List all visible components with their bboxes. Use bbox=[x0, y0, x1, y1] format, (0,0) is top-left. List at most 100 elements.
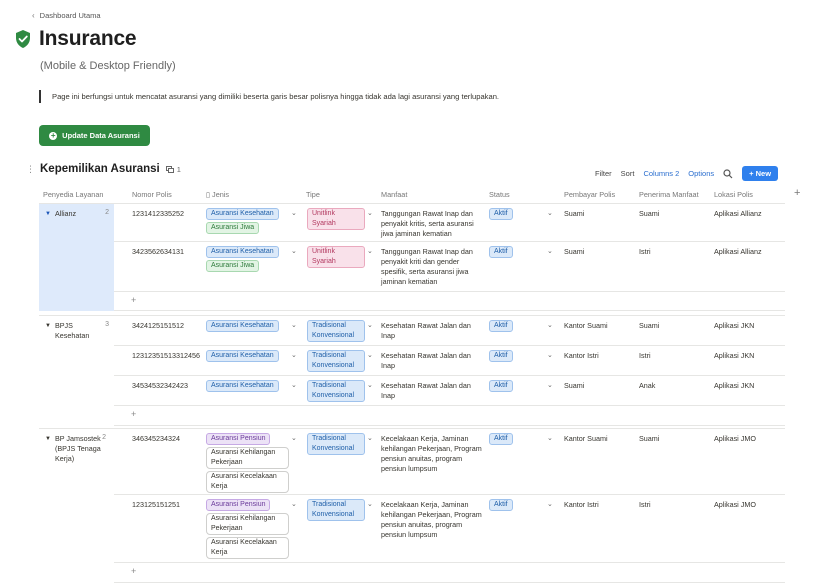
col-header-jenis[interactable]: ▯ Jenis bbox=[206, 190, 229, 199]
table-row[interactable]: 3424125151512 Asuransi Kesehatan ⌄ Tradi… bbox=[114, 316, 785, 346]
manfaat-cell[interactable]: Kecelakaan Kerja, Jaminan kehilangan Pek… bbox=[381, 500, 483, 540]
tipe-cell[interactable]: Tradisional Konvensional bbox=[307, 433, 367, 457]
chevron-down-icon[interactable]: ⌄ bbox=[367, 434, 373, 442]
manfaat-cell[interactable]: Kesehatan Rawat Jalan dan Inap bbox=[381, 381, 481, 401]
tipe-cell[interactable]: Tradisional Konvensional bbox=[307, 320, 367, 344]
status-cell[interactable]: Aktif bbox=[489, 380, 513, 394]
update-data-button[interactable]: + Update Data Asuransi bbox=[39, 125, 150, 146]
penerima-cell[interactable]: Suami bbox=[639, 209, 659, 219]
table-row[interactable]: 12312351513312456 Asuransi Kesehatan ⌄ T… bbox=[114, 346, 785, 376]
group-header-cell[interactable]: ▼ Allianz 2 bbox=[39, 204, 114, 311]
chevron-down-icon[interactable]: ⌄ bbox=[291, 434, 297, 442]
penerima-cell[interactable]: Istri bbox=[639, 500, 651, 510]
filter-button[interactable]: Filter bbox=[595, 169, 612, 178]
nomor-polis-cell[interactable]: 3423562634131 bbox=[132, 247, 184, 257]
group-label[interactable]: ▼ BPJS Kesehatan bbox=[45, 321, 107, 341]
linked-views-badge[interactable]: 1 bbox=[165, 165, 181, 174]
table-row[interactable]: 3423562634131 Asuransi Kesehatan Asurans… bbox=[114, 242, 785, 292]
chevron-down-icon[interactable]: ⌄ bbox=[291, 351, 297, 359]
manfaat-cell[interactable]: Tanggungan Rawat Inap dan penyakit kriti… bbox=[381, 209, 481, 239]
status-cell[interactable]: Aktif bbox=[489, 246, 513, 260]
pembayar-cell[interactable]: Kantor Suami bbox=[564, 434, 608, 444]
sort-button[interactable]: Sort bbox=[621, 169, 635, 178]
chevron-down-icon[interactable]: ⌄ bbox=[547, 247, 553, 255]
status-cell[interactable]: Aktif bbox=[489, 320, 513, 334]
chevron-down-icon[interactable]: ⌄ bbox=[547, 351, 553, 359]
lokasi-cell[interactable]: Aplikasi JKN bbox=[714, 321, 754, 331]
lokasi-cell[interactable]: Aplikasi JMO bbox=[714, 434, 756, 444]
col-header-tipe[interactable]: Tipe bbox=[306, 190, 320, 199]
pembayar-cell[interactable]: Kantor Suami bbox=[564, 321, 608, 331]
group-header-cell[interactable]: ▼ BPJS Kesehatan 3 bbox=[39, 316, 114, 425]
chevron-down-icon[interactable]: ⌄ bbox=[547, 381, 553, 389]
penerima-cell[interactable]: Suami bbox=[639, 321, 659, 331]
pembayar-cell[interactable]: Suami bbox=[564, 381, 584, 391]
nomor-polis-cell[interactable]: 34534532342423 bbox=[132, 381, 188, 391]
chevron-down-icon[interactable]: ⌄ bbox=[547, 321, 553, 329]
penerima-cell[interactable]: Anak bbox=[639, 381, 655, 391]
nomor-polis-cell[interactable]: 346345234324 bbox=[132, 434, 180, 444]
group-label[interactable]: ▼ BP Jamsostek (BPJS Tenaga Kerja) bbox=[45, 434, 107, 464]
manfaat-cell[interactable]: Tanggungan Rawat Inap dan penyakit kriti… bbox=[381, 247, 481, 287]
jenis-cell[interactable]: Asuransi Kesehatan Asuransi Jiwa bbox=[206, 208, 286, 236]
lokasi-cell[interactable]: Aplikasi Allianz bbox=[714, 247, 762, 257]
chevron-down-icon[interactable]: ⌄ bbox=[291, 321, 297, 329]
chevron-down-icon[interactable]: ⌄ bbox=[547, 434, 553, 442]
manfaat-cell[interactable]: Kecelakaan Kerja, Jaminan kehilangan Pek… bbox=[381, 434, 483, 474]
penerima-cell[interactable]: Istri bbox=[639, 247, 651, 257]
pembayar-cell[interactable]: Kantor Istri bbox=[564, 351, 599, 361]
group-label[interactable]: ▼ Allianz bbox=[45, 209, 107, 219]
manfaat-cell[interactable]: Kesehatan Rawat Jalan dan Inap bbox=[381, 321, 481, 341]
penerima-cell[interactable]: Istri bbox=[639, 351, 651, 361]
tipe-cell[interactable]: Tradisional Konvensional bbox=[307, 380, 367, 404]
lokasi-cell[interactable]: Aplikasi Allianz bbox=[714, 209, 762, 219]
col-header-nomor[interactable]: Nomor Polis bbox=[132, 190, 172, 199]
breadcrumb-label[interactable]: Dashboard Utama bbox=[40, 11, 101, 20]
chevron-down-icon[interactable]: ⌄ bbox=[367, 321, 373, 329]
pembayar-cell[interactable]: Suami bbox=[564, 247, 584, 257]
penerima-cell[interactable]: Suami bbox=[639, 434, 659, 444]
tipe-cell[interactable]: Tradisional Konvensional bbox=[307, 499, 367, 523]
jenis-cell[interactable]: Asuransi Pensiun Asuransi Kehilangan Pek… bbox=[206, 433, 290, 495]
nomor-polis-cell[interactable]: 123125151251 bbox=[132, 500, 180, 510]
jenis-cell[interactable]: Asuransi Kesehatan bbox=[206, 320, 286, 334]
manfaat-cell[interactable]: Kesehatan Rawat Jalan dan Inap bbox=[381, 351, 481, 371]
col-header-manfaat[interactable]: Manfaat bbox=[381, 190, 407, 199]
col-header-lokasi[interactable]: Lokasi Polis bbox=[714, 190, 753, 199]
chevron-down-icon[interactable]: ⌄ bbox=[547, 500, 553, 508]
chevron-down-icon[interactable]: ⌄ bbox=[367, 500, 373, 508]
chevron-down-icon[interactable]: ⌄ bbox=[367, 209, 373, 217]
lokasi-cell[interactable]: Aplikasi JKN bbox=[714, 381, 754, 391]
jenis-cell[interactable]: Asuransi Pensiun Asuransi Kehilangan Pek… bbox=[206, 499, 290, 561]
jenis-cell[interactable]: Asuransi Kesehatan bbox=[206, 380, 286, 394]
col-header-status[interactable]: Status bbox=[489, 190, 510, 199]
jenis-cell[interactable]: Asuransi Kesehatan Asuransi Jiwa bbox=[206, 246, 286, 274]
add-row-button[interactable]: + bbox=[114, 292, 785, 311]
pembayar-cell[interactable]: Suami bbox=[564, 209, 584, 219]
col-header-pembayar[interactable]: Pembayar Polis bbox=[564, 190, 615, 199]
add-row-button[interactable]: + bbox=[114, 406, 785, 426]
chevron-down-icon[interactable]: ⌄ bbox=[547, 209, 553, 217]
tipe-cell[interactable]: Unitlink Syariah bbox=[307, 208, 367, 232]
chevron-down-icon[interactable]: ⌄ bbox=[367, 247, 373, 255]
group-header-cell[interactable]: ▼ BP Jamsostek (BPJS Tenaga Kerja) 2 bbox=[39, 429, 114, 586]
columns-button[interactable]: Columns 2 bbox=[643, 169, 679, 178]
breadcrumb[interactable]: ‹ Dashboard Utama bbox=[32, 11, 101, 20]
chevron-down-icon[interactable]: ⌄ bbox=[291, 209, 297, 217]
status-cell[interactable]: Aktif bbox=[489, 433, 513, 447]
jenis-cell[interactable]: Asuransi Kesehatan bbox=[206, 350, 286, 364]
search-icon[interactable] bbox=[723, 168, 733, 179]
nomor-polis-cell[interactable]: 12312351513312456 bbox=[132, 351, 200, 361]
table-row[interactable]: 1231412335252 Asuransi Kesehatan Asurans… bbox=[114, 204, 785, 242]
chevron-down-icon[interactable]: ⌄ bbox=[291, 381, 297, 389]
chevron-down-icon[interactable]: ⌄ bbox=[367, 351, 373, 359]
chevron-down-icon[interactable]: ⌄ bbox=[291, 247, 297, 255]
status-cell[interactable]: Aktif bbox=[489, 499, 513, 513]
nomor-polis-cell[interactable]: 3424125151512 bbox=[132, 321, 184, 331]
table-row[interactable]: 346345234324 Asuransi Pensiun Asuransi K… bbox=[114, 429, 785, 495]
tipe-cell[interactable]: Tradisional Konvensional bbox=[307, 350, 367, 374]
add-column-button[interactable]: + bbox=[794, 187, 800, 199]
tipe-cell[interactable]: Unitlink Syariah bbox=[307, 246, 367, 270]
pembayar-cell[interactable]: Kantor Istri bbox=[564, 500, 599, 510]
col-header-penyedia[interactable]: Penyedia Layanan bbox=[43, 190, 103, 199]
